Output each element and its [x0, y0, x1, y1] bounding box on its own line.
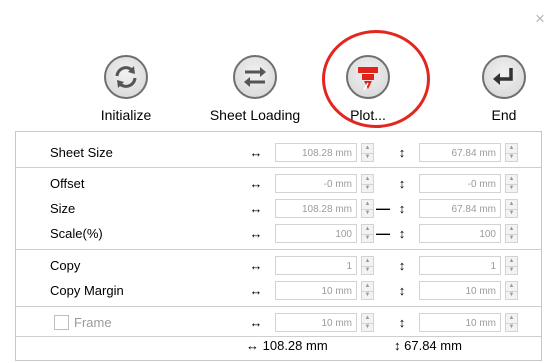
divider: [16, 306, 541, 307]
copy-margin-x-spinner[interactable]: ▲ ▼: [361, 281, 374, 300]
end-label: End: [491, 107, 517, 123]
offset-x-field[interactable]: -0 mm: [275, 174, 357, 193]
total-height: ↕ 67.84 mm: [394, 338, 462, 353]
aspect-link-icon[interactable]: —: [376, 200, 390, 216]
copy-x-field[interactable]: 1: [275, 256, 357, 275]
settings-panel: Sheet Size ↔ 108.28 mm ▲ ▼ ↕ 67.84 mm ▲ ▼ …: [15, 131, 542, 361]
copy-margin-row: Copy Margin ↔ 10 mm ▲ ▼ ↕ 10 mm ▲ ▼: [16, 280, 541, 302]
copy-x-spinner[interactable]: ▲ ▼: [361, 256, 374, 275]
close-icon[interactable]: ×: [532, 10, 548, 27]
size-height-field[interactable]: 67.84 mm: [419, 199, 501, 218]
vertical-arrow-icon: ↕: [398, 258, 406, 273]
sheet-height-spinner[interactable]: ▲ ▼: [505, 143, 518, 162]
offset-y-spinner[interactable]: ▲ ▼: [505, 174, 518, 193]
sheet-width-spinner[interactable]: ▲ ▼: [361, 143, 374, 162]
frame-y-field[interactable]: 10 mm: [419, 313, 501, 332]
initialize-button[interactable]: Initialize: [71, 52, 181, 128]
sheet-loading-label: Sheet Loading: [209, 107, 301, 123]
horizontal-arrow-icon: ↔: [249, 145, 263, 160]
total-width-value: 108.28 mm: [262, 338, 328, 353]
vertical-arrow-icon: ↕: [398, 315, 406, 330]
offset-label: Offset: [50, 176, 85, 191]
aspect-link-icon[interactable]: —: [376, 225, 390, 241]
size-width-field[interactable]: 108.28 mm: [275, 199, 357, 218]
frame-y-spinner[interactable]: ▲ ▼: [505, 313, 518, 332]
plot-highlight-ring: [322, 30, 430, 128]
frame-row: Frame ↔ 10 mm ▲ ▼ ↕ 10 mm ▲ ▼: [16, 312, 541, 334]
vertical-arrow-icon: ↕: [398, 226, 406, 241]
copy-y-spinner[interactable]: ▲ ▼: [505, 256, 518, 275]
scale-y-spinner[interactable]: ▲ ▼: [505, 224, 518, 243]
divider: [16, 336, 541, 337]
copy-margin-y-field[interactable]: 10 mm: [419, 281, 501, 300]
horizontal-arrow-icon: ↔: [249, 201, 263, 216]
frame-x-field[interactable]: 10 mm: [275, 313, 357, 332]
frame-x-spinner[interactable]: ▲ ▼: [361, 313, 374, 332]
scale-x-field[interactable]: 100: [275, 224, 357, 243]
copy-margin-label: Copy Margin: [50, 283, 124, 298]
scale-label: Scale(%): [50, 226, 103, 241]
copy-margin-y-spinner[interactable]: ▲ ▼: [505, 281, 518, 300]
sheet-size-row: Sheet Size ↔ 108.28 mm ▲ ▼ ↕ 67.84 mm ▲ ▼: [16, 142, 541, 164]
offset-row: Offset ↔ -0 mm ▲ ▼ ↕ -0 mm ▲ ▼: [16, 173, 541, 195]
sheet-size-label: Sheet Size: [50, 145, 113, 160]
vertical-arrow-icon: ↕: [398, 283, 406, 298]
total-width: ↔ 108.28 mm: [246, 338, 328, 353]
return-arrow-icon: [482, 55, 526, 99]
offset-y-field[interactable]: -0 mm: [419, 174, 501, 193]
horizontal-arrow-icon: ↔: [249, 226, 263, 241]
horizontal-arrow-icon: ↔: [249, 315, 263, 330]
size-row: Size ↔ 108.28 mm ▲ ▼ — ↕ 67.84 mm ▲ ▼: [16, 198, 541, 220]
scale-x-spinner[interactable]: ▲ ▼: [361, 224, 374, 243]
divider: [16, 167, 541, 168]
size-width-spinner[interactable]: ▲ ▼: [361, 199, 374, 218]
scale-y-field[interactable]: 100: [419, 224, 501, 243]
swap-arrows-icon: [233, 55, 277, 99]
horizontal-arrow-icon: ↔: [246, 338, 259, 353]
divider: [16, 249, 541, 250]
offset-x-spinner[interactable]: ▲ ▼: [361, 174, 374, 193]
vertical-arrow-icon: ↕: [398, 176, 406, 191]
vertical-arrow-icon: ↕: [398, 201, 406, 216]
horizontal-arrow-icon: ↔: [249, 176, 263, 191]
sheet-width-field[interactable]: 108.28 mm: [275, 143, 357, 162]
frame-label: Frame: [74, 315, 112, 330]
copy-y-field[interactable]: 1: [419, 256, 501, 275]
sheet-loading-button[interactable]: Sheet Loading: [200, 52, 310, 128]
copy-margin-x-field[interactable]: 10 mm: [275, 281, 357, 300]
frame-checkbox[interactable]: [54, 315, 69, 330]
sheet-height-field[interactable]: 67.84 mm: [419, 143, 501, 162]
end-button[interactable]: End: [449, 52, 559, 128]
copy-row: Copy ↔ 1 ▲ ▼ ↕ 1 ▲ ▼: [16, 255, 541, 277]
horizontal-arrow-icon: ↔: [249, 258, 263, 273]
vertical-arrow-icon: ↕: [398, 145, 406, 160]
horizontal-arrow-icon: ↔: [249, 283, 263, 298]
total-height-value: 67.84 mm: [404, 338, 462, 353]
refresh-icon: [104, 55, 148, 99]
copy-label: Copy: [50, 258, 81, 273]
vertical-arrow-icon: ↕: [394, 338, 401, 353]
scale-row: Scale(%) ↔ 100 ▲ ▼ — ↕ 100 ▲ ▼: [16, 223, 541, 245]
size-height-spinner[interactable]: ▲ ▼: [505, 199, 518, 218]
initialize-label: Initialize: [100, 107, 152, 123]
size-label: Size: [50, 201, 76, 216]
